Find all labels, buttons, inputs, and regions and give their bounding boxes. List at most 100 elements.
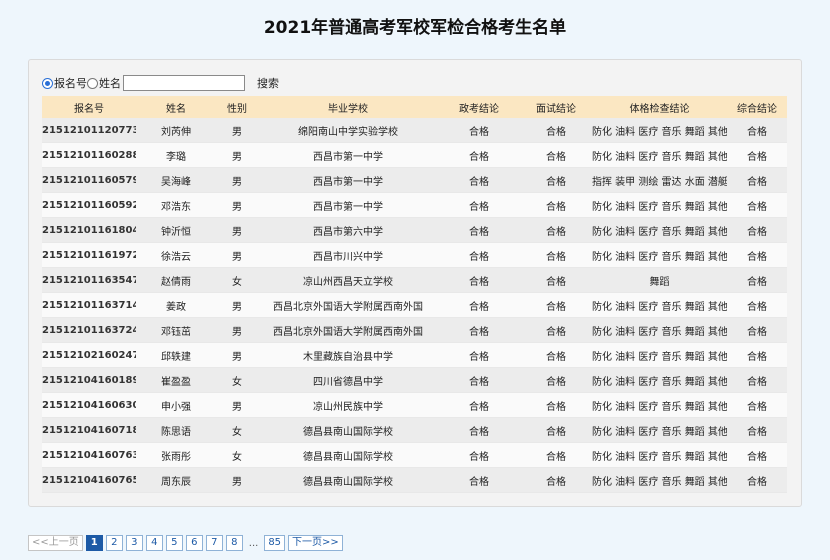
cell-physical: 防化 油料 医疗 音乐 舞蹈 其他	[592, 217, 727, 243]
table-row: 21512101163714 姜政男西昌北京外国语大学附属西南外国 合格 合格 防化 油…	[42, 292, 787, 318]
cell-name: 吴海峰	[136, 167, 216, 193]
page-button-last[interactable]: 85	[264, 535, 286, 551]
table-row: 21512102160247 邱轶建男木里藏族自治县中学 合格 合格 防化 油料 医疗 …	[42, 342, 787, 368]
cell-school: 德昌县南山国际学校	[258, 467, 438, 493]
page-button-1[interactable]: 1	[85, 535, 103, 551]
table-row: 21512101120773 刘芮伸男绵阳南山中学实验学校 合格 合格 防化 油料 医疗…	[42, 118, 787, 143]
cell-political: 合格	[438, 118, 520, 143]
cell-name: 申小强	[136, 392, 216, 418]
cell-reg-no: 21512101160579	[42, 167, 136, 193]
cell-political: 合格	[438, 367, 520, 393]
page-title: 2021年普通高考军校军检合格考生名单	[263, 18, 567, 38]
table-row: 21512101163724 邓钰茁男西昌北京外国语大学附属西南外国 合格 合格 防化 …	[42, 317, 787, 343]
cell-political: 合格	[438, 342, 520, 368]
cell-interview: 合格	[520, 217, 592, 243]
cell-physical: 防化 油料 医疗 音乐 舞蹈 其他	[592, 417, 727, 443]
results-panel: 报名号 姓名 搜索 报名号 姓名 性别 毕业学校 政考结论 面试结论 体格检查结论 综合结论 …	[28, 59, 802, 507]
next-page-button[interactable]: 下一页>>	[288, 535, 343, 551]
cell-name: 周东辰	[136, 467, 216, 493]
page-button-3[interactable]: 3	[125, 535, 143, 551]
page-button-7[interactable]: 7	[205, 535, 223, 551]
radio-name[interactable]	[87, 77, 98, 89]
cell-school: 西昌市第一中学	[258, 142, 438, 168]
cell-gender: 女	[216, 417, 258, 443]
cell-gender: 女	[216, 442, 258, 468]
page-button-5[interactable]: 5	[165, 535, 183, 551]
search-input[interactable]	[123, 75, 245, 91]
cell-overall: 合格	[727, 292, 787, 318]
cell-overall: 合格	[727, 167, 787, 193]
cell-school: 凉山州西昌天立学校	[258, 267, 438, 293]
col-header-political: 政考结论	[438, 96, 520, 118]
table-row: 21512101160288 李璐男西昌市第一中学 合格 合格 防化 油料 医疗 音乐 …	[42, 142, 787, 168]
cell-political: 合格	[438, 317, 520, 343]
cell-name: 赵倩雨	[136, 267, 216, 293]
cell-reg-no: 21512101163714	[42, 292, 136, 318]
cell-school: 西昌北京外国语大学附属西南外国	[258, 317, 438, 343]
cell-political: 合格	[438, 217, 520, 243]
cell-reg-no: 21512104160189	[42, 367, 136, 393]
cell-name: 姜政	[136, 292, 216, 318]
col-header-reg-no: 报名号	[42, 96, 136, 118]
cell-political: 合格	[438, 417, 520, 443]
cell-gender: 男	[216, 242, 258, 268]
cell-political: 合格	[438, 292, 520, 318]
cell-interview: 合格	[520, 292, 592, 318]
cell-physical: 防化 油料 医疗 音乐 舞蹈 其他	[592, 392, 727, 418]
table-row: 21512104160718 陈思语女德昌县南山国际学校 合格 合格 防化 油料 医疗 …	[42, 417, 787, 443]
cell-physical: 防化 油料 医疗 音乐 舞蹈 其他	[592, 317, 727, 343]
cell-overall: 合格	[727, 192, 787, 218]
cell-interview: 合格	[520, 167, 592, 193]
radio-reg-no[interactable]	[42, 77, 53, 89]
cell-physical: 防化 油料 医疗 音乐 舞蹈 其他	[592, 242, 727, 268]
cell-gender: 女	[216, 367, 258, 393]
prev-page-button[interactable]: <<上一页	[28, 535, 83, 551]
cell-reg-no: 21512101163724	[42, 317, 136, 343]
page-button-8[interactable]: 8	[225, 535, 243, 551]
table-row: 21512104160765 周东辰男德昌县南山国际学校 合格 合格 防化 油料 医疗 …	[42, 467, 787, 493]
cell-physical: 防化 油料 医疗 音乐 舞蹈 其他	[592, 118, 727, 143]
cell-interview: 合格	[520, 242, 592, 268]
page-button-6[interactable]: 6	[185, 535, 203, 551]
table-row: 21512101161804 钟沂恒男西昌市第六中学 合格 合格 防化 油料 医疗 音乐…	[42, 217, 787, 243]
cell-reg-no: 21512104160765	[42, 467, 136, 493]
page-button-4[interactable]: 4	[145, 535, 163, 551]
cell-gender: 女	[216, 267, 258, 293]
cell-overall: 合格	[727, 342, 787, 368]
col-header-overall: 综合结论	[727, 96, 787, 118]
cell-gender: 男	[216, 292, 258, 318]
results-table: 报名号 姓名 性别 毕业学校 政考结论 面试结论 体格检查结论 综合结论 2151210112…	[42, 96, 787, 493]
cell-interview: 合格	[520, 267, 592, 293]
cell-political: 合格	[438, 242, 520, 268]
cell-reg-no: 21512104160630	[42, 392, 136, 418]
cell-name: 李璐	[136, 142, 216, 168]
cell-physical: 防化 油料 医疗 音乐 舞蹈 其他	[592, 192, 727, 218]
cell-interview: 合格	[520, 118, 592, 143]
cell-reg-no: 21512101120773	[42, 118, 136, 143]
page-button-2[interactable]: 2	[105, 535, 123, 551]
cell-overall: 合格	[727, 267, 787, 293]
cell-name: 钟沂恒	[136, 217, 216, 243]
cell-school: 西昌市川兴中学	[258, 242, 438, 268]
cell-name: 徐浩云	[136, 242, 216, 268]
cell-school: 德昌县南山国际学校	[258, 442, 438, 468]
cell-overall: 合格	[727, 417, 787, 443]
cell-gender: 男	[216, 392, 258, 418]
cell-name: 陈思语	[136, 417, 216, 443]
cell-reg-no: 21512104160718	[42, 417, 136, 443]
cell-overall: 合格	[727, 118, 787, 143]
cell-overall: 合格	[727, 442, 787, 468]
cell-interview: 合格	[520, 392, 592, 418]
cell-reg-no: 21512101161972	[42, 242, 136, 268]
table-row: 21512101160579 吴海峰男西昌市第一中学 合格 合格 指挥 装甲 测绘 雷达…	[42, 167, 787, 193]
cell-overall: 合格	[727, 242, 787, 268]
cell-name: 邓浩东	[136, 192, 216, 218]
cell-gender: 男	[216, 192, 258, 218]
cell-overall: 合格	[727, 142, 787, 168]
cell-overall: 合格	[727, 392, 787, 418]
cell-political: 合格	[438, 192, 520, 218]
cell-physical: 舞蹈	[592, 267, 727, 293]
cell-gender: 男	[216, 118, 258, 143]
search-button[interactable]: 搜索	[257, 75, 279, 91]
cell-interview: 合格	[520, 192, 592, 218]
